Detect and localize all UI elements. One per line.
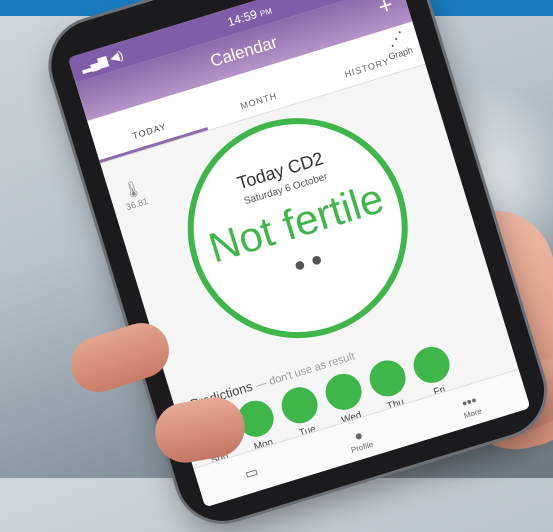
- nav-profile[interactable]: ● Profile: [345, 424, 374, 454]
- nav-chat[interactable]: ▭: [243, 462, 261, 482]
- phone-screen: ▂▄▆ ◀) 14:59 PM ▭ Calendar + TODAY MONTH…: [67, 0, 531, 508]
- day-status-dot: [365, 355, 411, 401]
- day-status-dot: [321, 369, 367, 415]
- temperature-display: 🌡 36.81: [119, 177, 149, 212]
- day-status-dot: [277, 382, 323, 428]
- chat-icon: ▭: [242, 462, 260, 482]
- nav-more[interactable]: ••• More: [458, 391, 483, 420]
- day-status-dot: [409, 342, 455, 388]
- add-button[interactable]: +: [375, 0, 397, 22]
